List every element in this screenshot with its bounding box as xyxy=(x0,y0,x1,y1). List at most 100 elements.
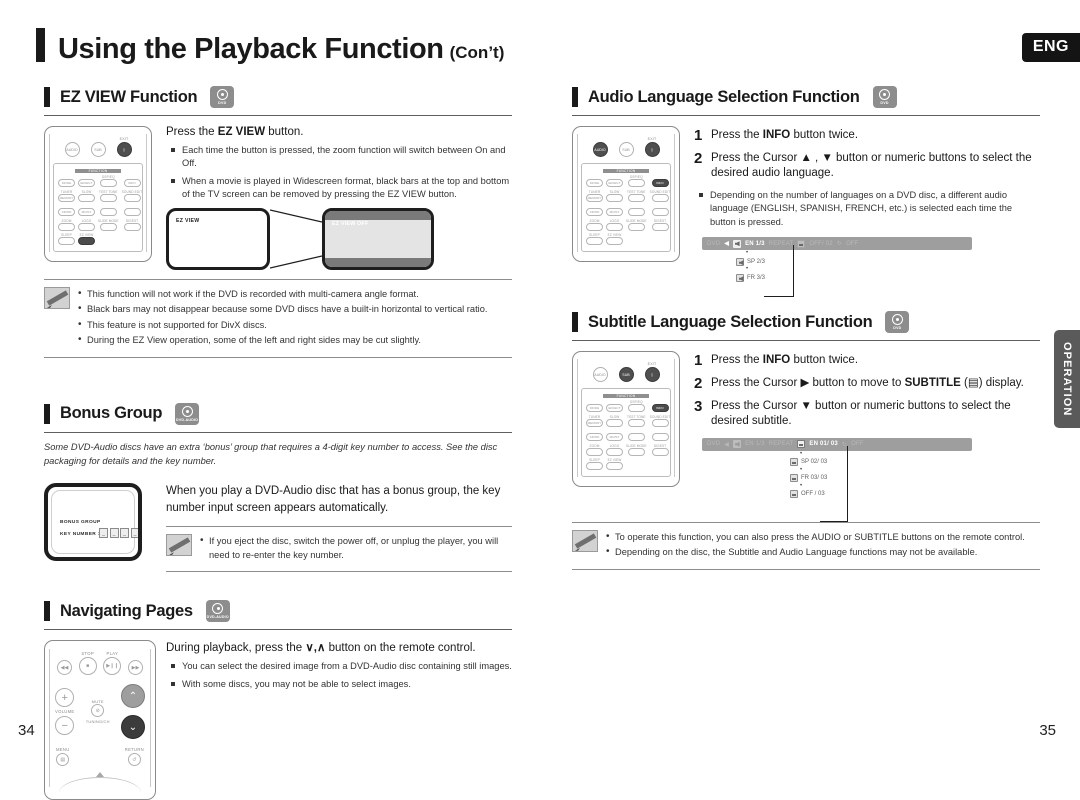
slow-key[interactable]: . xyxy=(606,418,623,427)
sdhd-key[interactable]: SD/HD xyxy=(58,208,75,216)
page-down-button[interactable]: ⌄ xyxy=(120,715,145,740)
subtitle-button[interactable]: SUB xyxy=(618,367,634,383)
fast-forward-button[interactable]: ▶▶ xyxy=(127,660,143,676)
key-digit-box[interactable]: _ xyxy=(120,527,129,538)
effect-key[interactable]: EFFECT xyxy=(606,179,623,187)
osd-repeat-value: REPEAT xyxy=(768,441,794,448)
sleep-key[interactable]: . xyxy=(586,462,603,471)
slide-mode-key[interactable]: . xyxy=(99,222,117,231)
exit-button[interactable]: ▯ xyxy=(644,142,660,157)
sdhd-key[interactable]: SD/HD xyxy=(586,433,603,442)
audio-button[interactable]: AUDIO xyxy=(64,142,80,157)
effect-key[interactable]: EFFECT xyxy=(606,404,623,413)
tuner-memory-key[interactable]: MEMORY xyxy=(586,193,603,202)
ez-view-note: This function will not work if the DVD i… xyxy=(44,278,512,350)
most-key[interactable]: MO/ST xyxy=(606,433,623,442)
effect-key[interactable]: EFFECT xyxy=(78,179,95,187)
blank-key[interactable]: . xyxy=(627,208,645,216)
sound-edit-key[interactable]: . xyxy=(651,193,669,202)
zoom-key[interactable]: . xyxy=(586,447,603,456)
ez-view-key[interactable]: . xyxy=(606,237,623,245)
remote-grid-cell: TEST TONE. xyxy=(626,190,647,202)
digest-key[interactable]: . xyxy=(651,447,669,456)
sound-edit-key[interactable]: . xyxy=(123,193,141,202)
zoom-key[interactable]: . xyxy=(58,222,75,231)
mode-key[interactable]: MODE xyxy=(586,404,603,413)
tuner-memory-key[interactable]: MEMORY xyxy=(586,418,603,427)
transport-cell: PLAY ▶❙❙ xyxy=(103,651,122,676)
blank-key[interactable]: . xyxy=(651,433,669,442)
step-number: 2 xyxy=(694,149,703,167)
logo-key[interactable]: . xyxy=(78,222,95,231)
tv-screen-bonus-group: BONUS GROUP KEY NUMBER : _ _ _ _ xyxy=(44,482,142,561)
mode-key[interactable]: MODE xyxy=(58,179,75,187)
audio-button[interactable]: AUDIO xyxy=(592,367,608,383)
blank-key[interactable]: . xyxy=(627,433,645,442)
blank-key[interactable]: . xyxy=(123,208,141,216)
logo-key[interactable]: . xyxy=(606,447,623,456)
mode-key[interactable]: MODE xyxy=(586,179,603,187)
audio-icon xyxy=(736,273,744,282)
disc-icon xyxy=(879,89,891,100)
return-button[interactable]: ↺ xyxy=(127,753,141,767)
subtitle-button[interactable]: SUB xyxy=(90,142,106,157)
blank-key[interactable]: . xyxy=(99,208,117,216)
ez-view-key[interactable]: . xyxy=(606,462,623,471)
remote-grid-cell: MODE xyxy=(586,400,603,413)
slow-key[interactable]: . xyxy=(606,193,623,202)
sleep-key[interactable]: . xyxy=(586,237,603,245)
info-key[interactable]: INFO xyxy=(123,179,141,187)
tuner-memory-key[interactable]: MEMORY xyxy=(58,193,75,202)
exit-button[interactable]: ▯ xyxy=(644,367,660,383)
mute-icon[interactable]: ⊘ xyxy=(91,704,105,718)
remote-top-cell: AUDIO xyxy=(592,137,608,157)
test-tone-key[interactable]: . xyxy=(99,193,117,202)
list-item[interactable]: SP 02/ 03 xyxy=(790,457,972,468)
key-digit-box[interactable]: _ xyxy=(99,527,108,538)
exit-button[interactable]: ▯ xyxy=(116,142,132,157)
volume-up-button[interactable]: + xyxy=(55,688,75,708)
menu-button[interactable]: ▤ xyxy=(56,753,70,767)
zoom-key[interactable]: . xyxy=(586,222,603,231)
key-number-input-boxes[interactable]: _ _ _ _ xyxy=(99,527,138,538)
digest-key[interactable]: . xyxy=(123,222,141,231)
slow-key[interactable]: . xyxy=(78,193,95,202)
most-key[interactable]: MO/ST xyxy=(78,208,95,216)
dspeq-key[interactable]: . xyxy=(99,179,117,187)
audio-button[interactable]: AUDIO xyxy=(592,142,608,157)
page-up-button[interactable]: ⌃ xyxy=(120,684,145,709)
blank-key[interactable]: . xyxy=(651,208,669,216)
step-bold: SUBTITLE xyxy=(904,376,961,389)
key-digit-box[interactable]: _ xyxy=(109,527,119,538)
step-item: 3 Press the Cursor ▼ button or numeric b… xyxy=(694,398,1040,430)
stop-button[interactable]: ■ xyxy=(78,657,97,676)
test-tone-key[interactable]: . xyxy=(627,418,645,427)
remote-grid-cell: EZ VIEW. xyxy=(606,233,623,245)
audio-language-steps: 1 Press the INFO button twice. 2 Press t… xyxy=(694,128,1040,182)
remote-top-cell: SUB xyxy=(618,362,634,383)
info-key[interactable]: INFO xyxy=(651,404,669,413)
most-key[interactable]: MO/ST xyxy=(606,208,623,216)
dspeq-key[interactable]: . xyxy=(627,179,645,187)
test-tone-key[interactable]: . xyxy=(627,193,645,202)
info-key[interactable]: INFO xyxy=(651,179,669,187)
disc-type-badge-dvd-audio: DVD-AUDIO xyxy=(175,402,200,425)
remote-top-cell: SUB xyxy=(618,137,634,157)
ez-view-key[interactable] xyxy=(78,237,95,245)
slide-mode-key[interactable]: . xyxy=(627,447,645,456)
audio-osd-graphic: DVD ◀ EN 1/3 REPEAT OFF/ 02 ↻ OFF • SP 2… xyxy=(702,237,972,298)
dspeq-key[interactable]: . xyxy=(627,404,645,413)
digest-key[interactable]: . xyxy=(651,222,669,231)
list-item[interactable]: OFF / 03 xyxy=(790,489,972,500)
list-item[interactable]: FR 03/ 03 xyxy=(790,473,972,484)
rewind-button[interactable]: ◀◀ xyxy=(57,660,72,676)
sound-edit-key[interactable]: . xyxy=(651,418,669,427)
logo-key[interactable]: . xyxy=(606,222,623,231)
sleep-key[interactable]: . xyxy=(58,237,75,245)
volume-down-button[interactable]: − xyxy=(55,716,75,736)
sdhd-key[interactable]: SD/HD xyxy=(586,208,603,216)
subtitle-button[interactable]: SUB xyxy=(618,142,634,157)
key-digit-box[interactable]: _ xyxy=(130,527,138,538)
play-pause-button[interactable]: ▶❙❙ xyxy=(103,657,122,676)
slide-mode-key[interactable]: . xyxy=(627,222,645,231)
